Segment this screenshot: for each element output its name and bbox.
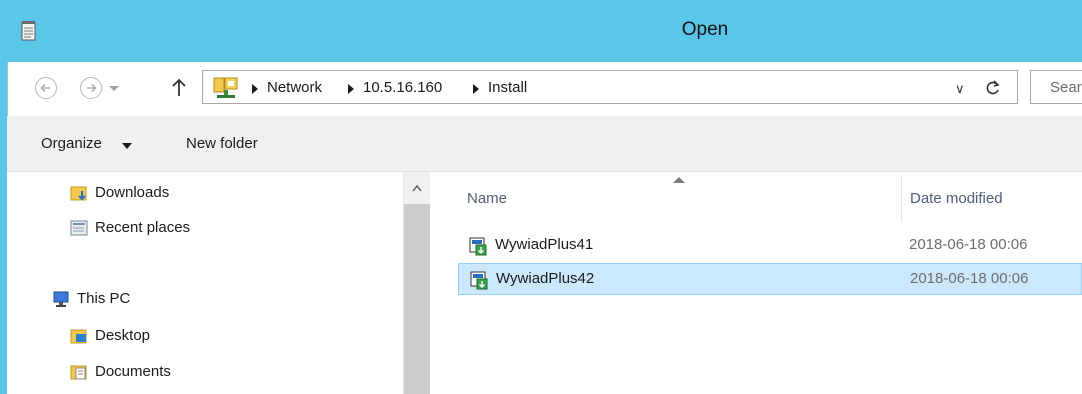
- recent-places-icon: [70, 220, 88, 236]
- nav-item-label: Documents: [95, 363, 171, 380]
- breadcrumb-install[interactable]: Install: [488, 79, 527, 96]
- organize-dropdown-icon[interactable]: [122, 143, 132, 149]
- navigation-pane-scrollbar[interactable]: [403, 172, 430, 394]
- scroll-up-icon[interactable]: [412, 184, 422, 192]
- file-row-selected[interactable]: WywiadPlus42 2018-06-18 00:06: [458, 263, 1082, 295]
- column-header-date-modified[interactable]: Date modified: [910, 190, 1003, 207]
- nav-item-label: Downloads: [95, 184, 170, 201]
- navigation-bar: Network 10.5.16.160 Install ∨ Searc: [7, 62, 1082, 116]
- window-border: [0, 62, 7, 394]
- computer-icon: [53, 291, 69, 307]
- refresh-icon[interactable]: [984, 79, 1002, 97]
- back-button[interactable]: [35, 77, 57, 99]
- file-date: 2018-06-18 00:06: [910, 270, 1029, 287]
- column-divider[interactable]: [901, 176, 902, 222]
- downloads-folder-icon: [70, 186, 87, 201]
- window-title: Open: [681, 19, 729, 40]
- desktop-folder-icon: [70, 329, 87, 344]
- title-bar[interactable]: Open: [0, 0, 1082, 62]
- file-list: Name Date modified WywiadPlus41 2018-06-…: [430, 172, 1082, 394]
- file-row[interactable]: WywiadPlus41 2018-06-18 00:06: [458, 230, 1082, 262]
- breadcrumb-host[interactable]: 10.5.16.160: [363, 79, 442, 96]
- installer-icon: [469, 237, 487, 256]
- file-name: WywiadPlus42: [496, 270, 595, 287]
- file-name: WywiadPlus41: [495, 236, 594, 253]
- up-arrow-icon[interactable]: [170, 76, 188, 98]
- installer-icon: [470, 271, 488, 290]
- address-bar[interactable]: Network 10.5.16.160 Install ∨: [202, 70, 1018, 104]
- forward-arrow-icon: [87, 83, 97, 93]
- new-folder-button[interactable]: New folder: [186, 135, 258, 152]
- command-bar: Organize New folder: [7, 116, 1082, 172]
- breadcrumb-separator-icon: [252, 84, 258, 94]
- nav-item-label: Recent places: [95, 219, 191, 236]
- column-header-name[interactable]: Name: [467, 190, 507, 207]
- scrollbar-thumb[interactable]: [404, 204, 430, 394]
- breadcrumb-separator-icon: [473, 84, 479, 94]
- nav-item-label: This PC: [77, 290, 131, 307]
- sort-ascending-icon: [673, 177, 685, 183]
- breadcrumb-network[interactable]: Network: [267, 79, 322, 96]
- network-icon: [213, 77, 238, 98]
- back-arrow-icon: [40, 83, 50, 93]
- search-input[interactable]: Searc: [1030, 70, 1082, 104]
- nav-item-label: Desktop: [95, 327, 151, 344]
- recent-locations-icon[interactable]: [109, 86, 119, 91]
- chevron-down-icon[interactable]: ∨: [955, 81, 965, 97]
- search-placeholder: Searc: [1050, 79, 1082, 96]
- file-date: 2018-06-18 00:06: [909, 236, 1028, 253]
- forward-button[interactable]: [80, 77, 102, 99]
- organize-button[interactable]: Organize: [41, 135, 102, 152]
- breadcrumb-separator-icon: [348, 84, 354, 94]
- navigation-pane: Downloads Recent places This PC Desktop: [7, 172, 403, 394]
- documents-folder-icon: [70, 365, 87, 380]
